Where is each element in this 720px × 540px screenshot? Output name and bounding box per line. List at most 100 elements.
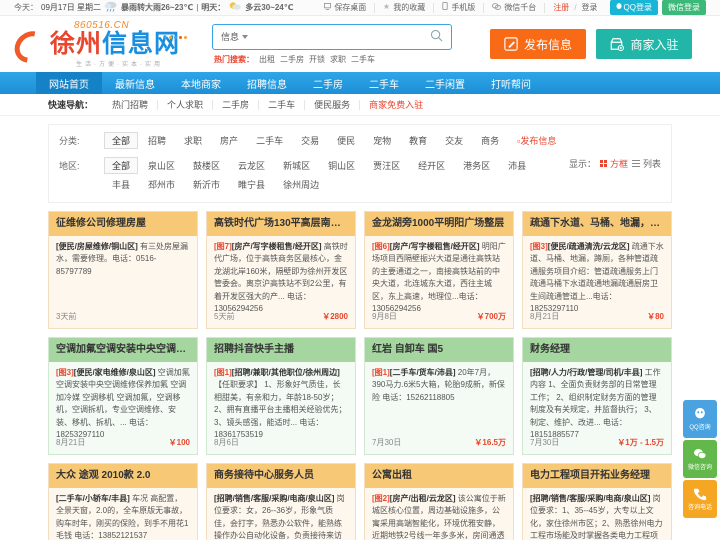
listing-card[interactable]: 财务经理 [招聘/人力/行政/管理/司机/丰县] 工作内容 1、全面负责财务部的日…	[522, 337, 672, 455]
hot-search-item[interactable]: 二手车	[351, 54, 375, 65]
nav-item-ask-around[interactable]: 打听帮问	[478, 72, 544, 94]
listing-card-body: [图1][二手车/货车/沛县] 20年7月，390马力.6米5大箱，轮胎9成新，…	[365, 362, 513, 437]
top-link-save-desktop[interactable]: 保存桌面	[316, 2, 376, 13]
filter-category-jobs[interactable]: 招聘	[140, 132, 174, 149]
listing-card[interactable]: 电力工程项目开拓业务经理 [招聘/销售/客服/采购/电商/泉山区] 岗位要求：1、…	[522, 463, 672, 540]
top-link-wechat-platform[interactable]: 微信千台	[484, 2, 546, 13]
search-box[interactable]: 信息	[212, 23, 452, 50]
listing-card[interactable]: 高铁时代广场130平高层南向拎 [图7][房产/写字楼租售/经开区] 高铁时代广场…	[206, 211, 356, 329]
nav-item-jobs[interactable]: 招聘信息	[234, 72, 300, 94]
site-logo[interactable]: 860516.CN 徐州信息网 生活·方便·实本·实用	[8, 20, 204, 70]
filter-category-business[interactable]: 商务	[473, 132, 507, 149]
listing-card-title[interactable]: 商务接待中心服务人员	[207, 464, 355, 488]
listing-card[interactable]: 金龙湖旁1000平明阳广场整层 [图6][房产/写字楼租售/经开区] 明阳广场项目…	[364, 211, 514, 329]
filter-region-all[interactable]: 全部	[104, 157, 139, 174]
listing-image-count-tag: [图2]	[372, 494, 390, 503]
listing-card[interactable]: 疏通下水道、马桶、地漏，蹲厕 [图3][便民/疏通清洗/云龙区] 疏通下水道、马桶…	[522, 211, 672, 329]
float-phone-consult[interactable]: 咨询电话	[683, 480, 717, 518]
display-mode-list[interactable]: 列表	[631, 157, 661, 170]
wechat-login-button[interactable]: 微信登录	[662, 0, 706, 15]
filter-region-tongshan[interactable]: 铜山区	[320, 157, 363, 174]
listing-card-title[interactable]: 征维修公司修理房屋	[49, 212, 197, 236]
filter-category-trade[interactable]: 交易	[293, 132, 327, 149]
listing-card[interactable]: 商务接待中心服务人员 [招聘/销售/客服/采购/电商/泉山区] 岗位要求：女，26…	[206, 463, 356, 540]
listing-card[interactable]: 红岩 自卸车 国5 [图1][二手车/货车/沛县] 20年7月，390马力.6米5…	[364, 337, 514, 455]
listing-card-title[interactable]: 疏通下水道、马桶、地漏，蹲厕	[523, 212, 671, 236]
filter-region-quanshan[interactable]: 泉山区	[140, 157, 183, 174]
filter-region-xuzhou-around[interactable]: 徐州周边	[275, 176, 327, 193]
quick-nav-free-merchant[interactable]: 商家免费入驻	[359, 99, 432, 110]
filter-region-suining[interactable]: 睢宁县	[230, 176, 273, 193]
filter-region-fengxian[interactable]: 丰县	[104, 176, 138, 193]
merchant-join-button[interactable]: 商家入驻	[596, 29, 692, 59]
quick-nav-job-seeker[interactable]: 个人求职	[157, 99, 212, 110]
float-wechat-consult[interactable]: 微信咨询	[683, 440, 717, 478]
hot-search-item[interactable]: 出租	[259, 54, 275, 65]
filter-region-jingkai[interactable]: 经开区	[410, 157, 453, 174]
listing-category-tag: [便民/疏通清洗/云龙区]	[547, 242, 630, 251]
listing-card-title[interactable]: 财务经理	[523, 338, 671, 362]
float-qq-consult[interactable]: QQ咨询	[683, 400, 717, 438]
weather-today-condition: 暴雨转大雨26~23℃	[121, 3, 194, 12]
nav-item-used-house[interactable]: 二手房	[300, 72, 356, 94]
weather-tomorrow-label: 明天：	[201, 3, 226, 12]
top-link-mobile-version[interactable]: 手机版	[434, 2, 485, 13]
listing-card[interactable]: 空调加氟空调安装中央空调维修保 [图3][便民/家电维修/泉山区] 空调加氟空调安…	[48, 337, 198, 455]
listing-card[interactable]: 征维修公司修理房屋 [便民/房屋维修/铜山区] 有三处房屋漏水，需要修理。电话：0…	[48, 211, 198, 329]
weather-date: 09月17日 星期二	[41, 3, 102, 12]
filter-region-jiawang[interactable]: 贾汪区	[365, 157, 408, 174]
filter-category-convenience[interactable]: 便民	[329, 132, 363, 149]
filter-category-property[interactable]: 房产	[212, 132, 246, 149]
register-link[interactable]: 注册	[553, 3, 569, 13]
filter-category-seek[interactable]: 求职	[176, 132, 210, 149]
hot-search-item[interactable]: 二手房	[280, 54, 304, 65]
listing-card-title[interactable]: 高铁时代广场130平高层南向拎	[207, 212, 355, 236]
weather-today-label: 今天：	[14, 3, 38, 12]
listing-image-count-tag: [图1]	[372, 368, 390, 377]
listing-card-title[interactable]: 金龙湖旁1000平明阳广场整层	[365, 212, 513, 236]
listing-card-title[interactable]: 公寓出租	[365, 464, 513, 488]
listing-card-title[interactable]: 大众 途观 2010款 2.0	[49, 464, 197, 488]
nav-item-second-hand[interactable]: 二手闲置	[412, 72, 478, 94]
listing-card-title[interactable]: 招聘抖音快手主播	[207, 338, 355, 362]
qq-login-button[interactable]: QQ登录	[609, 0, 658, 15]
filter-region-gulou[interactable]: 鼓楼区	[185, 157, 228, 174]
search-icon[interactable]	[422, 29, 451, 45]
nav-item-used-car[interactable]: 二手车	[356, 72, 412, 94]
filter-category-usedcar[interactable]: 二手车	[248, 132, 291, 149]
filter-region-gangwu[interactable]: 港务区	[455, 157, 498, 174]
filter-publish-link[interactable]: ▫发布信息	[509, 132, 564, 149]
nav-item-latest[interactable]: 最新信息	[102, 72, 168, 94]
filter-category-pets[interactable]: 宠物	[365, 132, 399, 149]
search-category-select[interactable]: 信息	[213, 30, 254, 43]
filter-category-friends[interactable]: 交友	[437, 132, 471, 149]
filter-category-all[interactable]: 全部	[104, 132, 139, 149]
filter-region-xinyi[interactable]: 新沂市	[185, 176, 228, 193]
nav-item-local-merchants[interactable]: 本地商家	[168, 72, 234, 94]
quick-nav-used-house[interactable]: 二手房	[212, 99, 258, 110]
quick-nav-hot-jobs[interactable]: 热门招聘	[103, 100, 157, 110]
listing-card-title[interactable]: 红岩 自卸车 国5	[365, 338, 513, 362]
login-link[interactable]: 登录	[582, 3, 598, 13]
filter-region-peixian[interactable]: 沛县	[500, 157, 534, 174]
nav-item-home[interactable]: 网站首页	[36, 72, 102, 94]
listing-card[interactable]: 招聘抖音快手主播 [图1][招聘/兼职/其他职位/徐州周边] 【任职要求】 1、形…	[206, 337, 356, 455]
hot-search-item[interactable]: 开锁	[309, 54, 325, 65]
listing-card-title[interactable]: 空调加氟空调安装中央空调维修保	[49, 338, 197, 362]
listing-card-title[interactable]: 电力工程项目开拓业务经理	[523, 464, 671, 488]
filter-region-xincheng[interactable]: 新城区	[275, 157, 318, 174]
hot-search-item[interactable]: 求职	[330, 54, 346, 65]
display-mode-grid[interactable]: 方框	[599, 157, 628, 170]
filter-region-pizhou[interactable]: 邳州市	[140, 176, 183, 193]
top-link-my-favorites[interactable]: 我的收藏	[375, 2, 435, 13]
filter-category-education[interactable]: 教育	[401, 132, 435, 149]
listing-card[interactable]: 公寓出租 [图2][房产/出租/云龙区] 该公寓位于新城区核心位置，周边基础设施多…	[364, 463, 514, 540]
quick-nav-services[interactable]: 便民服务	[304, 99, 359, 110]
listing-card[interactable]: 大众 途观 2010款 2.0 [二手车/小轿车/丰县] 车况 高配置，全景天窗，…	[48, 463, 198, 540]
auth-links: 注册 / 登录	[545, 3, 605, 13]
listing-card-body: [便民/房屋维修/铜山区] 有三处房屋漏水，需要修理。电话：0516-85797…	[49, 236, 197, 311]
publish-info-button[interactable]: 发布信息	[490, 29, 586, 59]
filter-region-yunlong[interactable]: 云龙区	[230, 157, 273, 174]
search-input[interactable]	[254, 24, 422, 49]
quick-nav-used-car[interactable]: 二手车	[258, 99, 304, 110]
